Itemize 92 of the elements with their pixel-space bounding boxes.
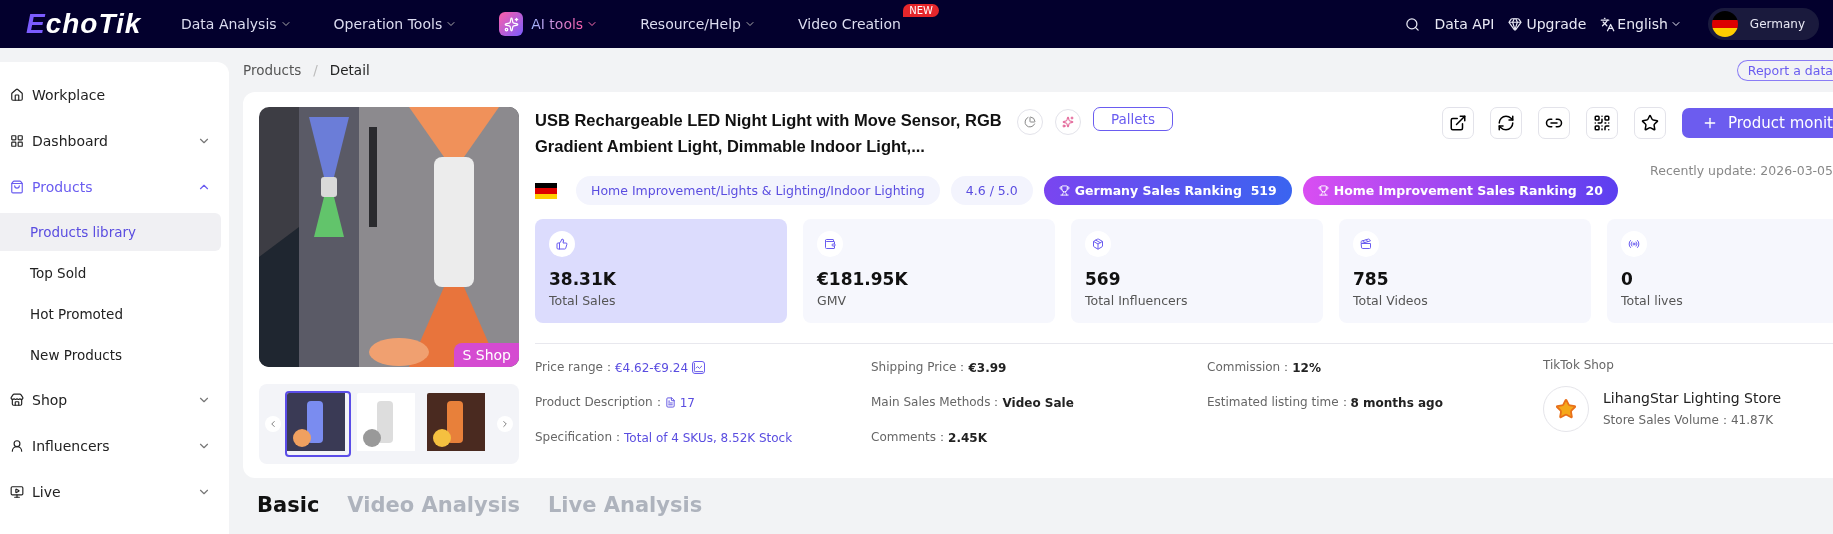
stat-label: Total lives xyxy=(1621,293,1684,308)
new-badge: NEW xyxy=(903,4,939,17)
sidebar-item[interactable]: Products xyxy=(0,164,229,210)
section-tab[interactable]: Basic xyxy=(257,494,320,516)
translate-icon xyxy=(1600,16,1616,32)
search-icon[interactable] xyxy=(1405,16,1421,32)
clapperboard-icon xyxy=(1360,238,1372,250)
logo[interactable]: EchoTik xyxy=(26,8,181,40)
stat-card[interactable]: 0 Total lives xyxy=(1607,219,1833,323)
category-tag[interactable]: Home Improvement/Lights & Lighting/Indoor Lighting xyxy=(576,176,940,205)
package-icon xyxy=(1092,238,1104,250)
detail-field: Estimated listing time：8 months ago xyxy=(1207,393,1543,412)
stat-value: 785 xyxy=(1353,269,1390,289)
stat-label: Total Influencers xyxy=(1085,293,1189,308)
rating-tag: 4.6 / 5.0 xyxy=(950,176,1033,205)
stat-card[interactable]: 569 Total Influencers xyxy=(1071,219,1323,323)
stat-value: 569 xyxy=(1085,269,1122,289)
pie-chart-icon xyxy=(1024,116,1036,128)
diamond-icon xyxy=(1508,17,1523,31)
stat-label: Total Videos xyxy=(1353,293,1429,308)
refresh-icon xyxy=(1496,114,1515,132)
stat-label: GMV xyxy=(817,293,848,308)
stat-card[interactable]: €181.95K GMV xyxy=(803,219,1055,323)
detail-field: Specification：Total of 4 SKUs, 8.52K Stock xyxy=(535,428,871,447)
star-icon xyxy=(1640,114,1659,132)
ranking-badge[interactable]: Home Improvement Sales Ranking 20 xyxy=(1302,176,1618,205)
germany-flag-icon xyxy=(1711,11,1738,37)
sidebar-item[interactable]: Shop xyxy=(0,377,229,423)
nav-menu-item[interactable]: AI tools xyxy=(531,16,584,32)
nav-menu-item[interactable]: Data Analysis xyxy=(181,16,277,32)
sidebar-item[interactable]: Workplace xyxy=(0,72,229,118)
refresh-button[interactable] xyxy=(1489,107,1522,139)
sidebar-subitem[interactable]: New Products xyxy=(0,336,221,374)
sparkle-icon xyxy=(1062,116,1074,128)
home-icon xyxy=(10,88,24,102)
update-time: Recently update: 2026-03-05 xyxy=(1650,163,1833,178)
shop-sales-volume: Store Sales Volume：41.87K xyxy=(1603,411,1775,429)
bag-icon xyxy=(10,180,24,194)
thumbs-up-icon xyxy=(556,238,568,250)
favorite-button[interactable] xyxy=(1633,107,1666,139)
breadcrumb-link[interactable]: Products xyxy=(243,62,302,78)
detail-field: Comments：2.45K xyxy=(871,428,1207,447)
nav-menu-item[interactable]: Resource/Help xyxy=(640,16,741,32)
store-icon xyxy=(10,393,24,407)
detail-field: Main Sales Methods：Video Sale xyxy=(871,393,1207,412)
trophy-icon xyxy=(1058,185,1070,196)
sidebar-subitem[interactable]: Products library xyxy=(0,213,221,251)
chart-icon[interactable] xyxy=(692,361,706,374)
document-icon xyxy=(664,397,676,408)
sidebar-subitem[interactable]: Top Sold xyxy=(0,254,221,292)
shop-heading: TikTok Shop xyxy=(1543,358,1615,372)
detail-field: Price range：€4.62-€9.24 xyxy=(535,358,871,377)
qr-code-button[interactable] xyxy=(1585,107,1618,139)
stat-card[interactable]: 785 Total Videos xyxy=(1339,219,1591,323)
sidebar-subitem[interactable]: Hot Promoted xyxy=(0,295,221,333)
upgrade-link[interactable]: Upgrade xyxy=(1526,16,1587,32)
trophy-icon xyxy=(1317,185,1329,196)
stat-value: 0 xyxy=(1621,269,1634,289)
grid-icon xyxy=(10,134,24,148)
ranking-badge[interactable]: Germany Sales Ranking 519 xyxy=(1043,176,1292,205)
stat-card[interactable]: 38.31K Total Sales xyxy=(535,219,787,323)
breadcrumb-current: Detail xyxy=(329,62,370,78)
tag-button[interactable]: Pallets xyxy=(1093,107,1173,131)
user-icon xyxy=(10,439,24,453)
language-select[interactable]: English xyxy=(1617,16,1668,32)
broadcast-icon xyxy=(1628,238,1640,250)
qr-code-icon xyxy=(1592,114,1611,132)
nav-menu-item[interactable]: Video Creation xyxy=(798,16,901,32)
sparkle-icon xyxy=(499,12,524,36)
product-monitor-button[interactable]: Product monit xyxy=(1681,108,1833,138)
share-icon xyxy=(1448,114,1467,132)
detail-field: Commission：12% xyxy=(1207,358,1543,377)
product-title: USB Rechargeable LED Night Light with Move Sensor, RGB Gradient Ambient Light, Dimmable Indoor Light,... xyxy=(535,110,1003,157)
sidebar-item[interactable]: Dashboard xyxy=(0,118,229,164)
monitor-icon xyxy=(10,485,24,499)
detail-field: Product Description： 17 xyxy=(535,393,871,412)
stat-value: 38.31K xyxy=(549,269,617,289)
stat-label: Total Sales xyxy=(549,293,617,308)
germany-flag-icon xyxy=(535,182,557,199)
stat-value: €181.95K xyxy=(817,269,909,289)
sidebar-item[interactable]: Live xyxy=(0,469,229,515)
wallet-icon xyxy=(824,238,836,250)
detail-field: Shipping Price：€3.99 xyxy=(871,358,1207,377)
country-select[interactable]: Germany xyxy=(1707,8,1819,40)
data-api-link[interactable]: Data API xyxy=(1434,16,1495,32)
sidebar-item[interactable]: Influencers xyxy=(0,423,229,469)
share-button[interactable] xyxy=(1441,107,1474,139)
link-button[interactable] xyxy=(1537,107,1570,139)
breadcrumb-separator: / xyxy=(313,62,318,78)
shop-badge: S Shop xyxy=(454,343,519,367)
shop-name[interactable]: LihangStar Lighting Store xyxy=(1603,389,1782,406)
nav-menu-item[interactable]: Operation Tools xyxy=(333,16,443,32)
